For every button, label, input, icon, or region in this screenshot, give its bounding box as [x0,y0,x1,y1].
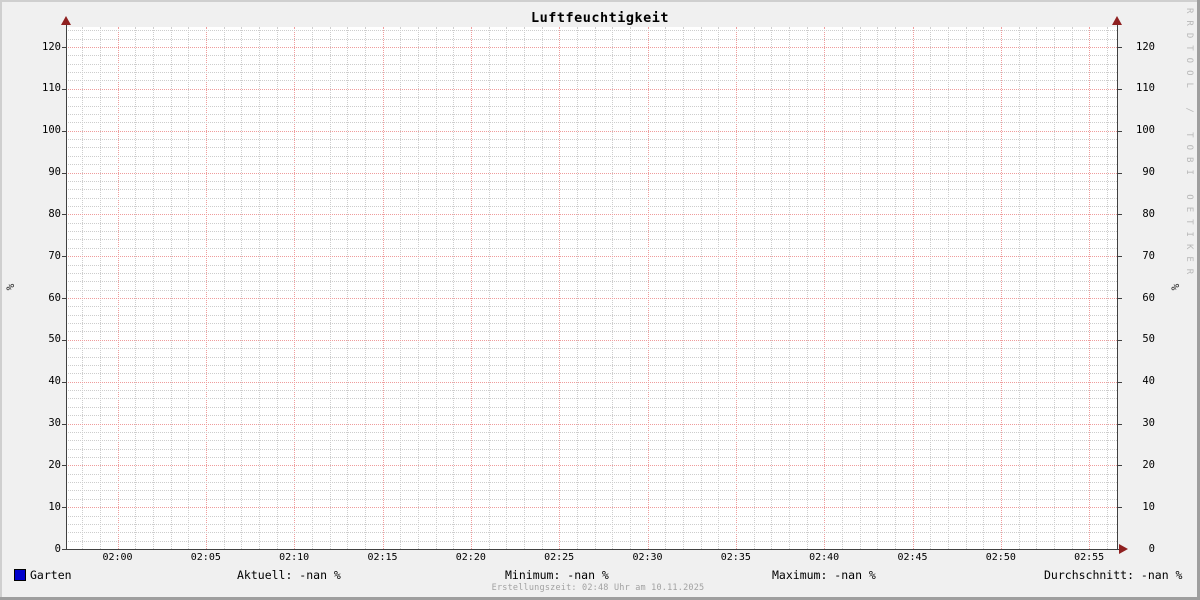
y-axis-left-line [66,18,67,550]
x-tick-label: 02:55 [1059,552,1119,563]
rrdtool-graph: Luftfeuchtigkeit 00101020203030404050506… [0,0,1200,600]
y-tick-label-left: 0 [21,544,61,555]
border-bevel-left [0,0,2,600]
y-axis-right-line [1117,18,1118,550]
x-tick-label: 02:00 [88,552,148,563]
y-tick-label-left: 90 [21,167,61,178]
stat-durchschnitt: Durchschnitt: -nan % [1044,569,1182,582]
x-tick-label: 02:25 [529,552,589,563]
stat-aktuell: Aktuell: -nan % [237,569,341,582]
y-axis-unit-right: % [1170,277,1182,297]
y-tick-mark [1118,507,1122,508]
x-tick-label: 02:15 [353,552,413,563]
legend-color-swatch [14,569,26,581]
chart-title: Luftfeuchtigkeit [0,10,1200,26]
y-tick-label-left: 30 [21,418,61,429]
y-tick-mark [1118,424,1122,425]
y-tick-label-left: 20 [21,460,61,471]
x-axis-arrow-icon [1119,544,1128,554]
y-tick-label-left: 80 [21,209,61,220]
x-tick-label: 02:40 [794,552,854,563]
y-tick-label-left: 50 [21,334,61,345]
stat-maximum: Maximum: -nan % [772,569,876,582]
y-tick-mark [1118,340,1122,341]
legend-series-label: Garten [30,569,72,582]
y-tick-mark [1118,256,1122,257]
x-tick-label: 02:20 [441,552,501,563]
y-tick-label-left: 100 [21,125,61,136]
stat-minimum: Minimum: -nan % [505,569,609,582]
y-tick-label-left: 110 [21,83,61,94]
rrdtool-watermark: RRDTOOL / TOBI OETIKER [1184,8,1194,281]
border-bevel-top [0,0,1200,2]
y-tick-label-left: 60 [21,293,61,304]
creation-timestamp: Erstellungszeit: 02:48 Uhr am 10.11.2025 [0,583,1196,593]
x-tick-label: 02:10 [264,552,324,563]
x-tick-label: 02:30 [618,552,678,563]
x-tick-label: 02:05 [176,552,236,563]
x-tick-label: 02:45 [883,552,943,563]
y-axis-unit-left: % [5,277,17,297]
y-tick-label-left: 70 [21,251,61,262]
y-tick-label-left: 10 [21,502,61,513]
y-axis-arrow-right-icon [1112,16,1122,25]
x-axis-line [62,549,1120,550]
y-tick-mark [1118,214,1122,215]
y-tick-label-left: 120 [21,42,61,53]
y-tick-mark [1118,465,1122,466]
y-tick-label-left: 40 [21,376,61,387]
y-tick-mark [1118,173,1122,174]
y-tick-mark [1118,298,1122,299]
x-tick-label: 02:50 [971,552,1031,563]
x-tick-label: 02:35 [706,552,766,563]
y-tick-mark [1118,382,1122,383]
plot-area [66,27,1117,549]
y-tick-mark [1118,89,1122,90]
y-tick-mark [1118,47,1122,48]
y-axis-arrow-left-icon [61,16,71,25]
y-tick-mark [1118,131,1122,132]
